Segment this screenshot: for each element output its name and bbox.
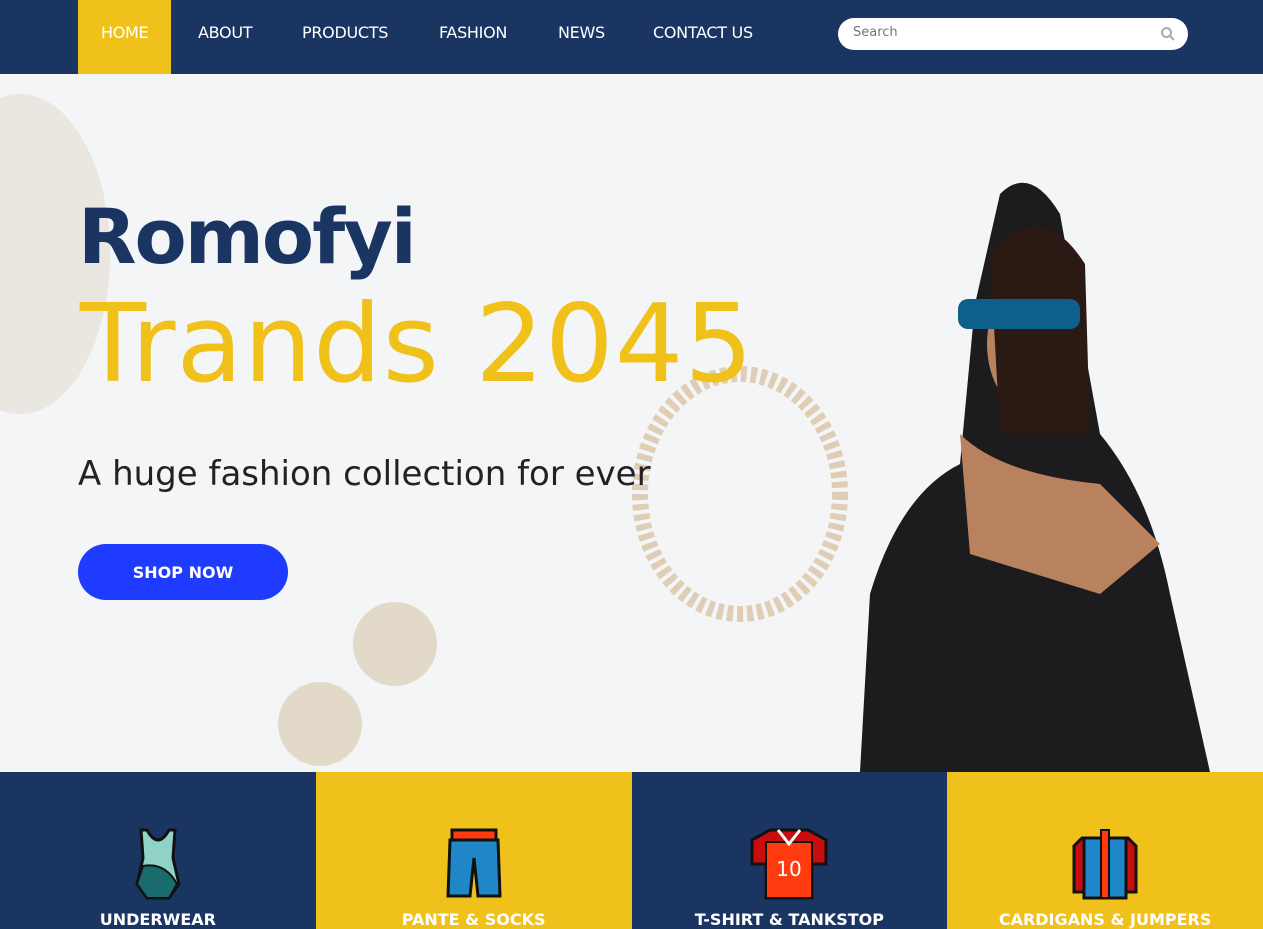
- hero-banner: Romofyi Trands 2045 A huge fashion colle…: [0, 74, 1263, 772]
- nav-news[interactable]: NEWS: [558, 0, 605, 74]
- hero-background-image: [0, 94, 1210, 772]
- jacket-icon: [1072, 829, 1138, 900]
- search-icon[interactable]: [1160, 26, 1176, 42]
- category-label: PANTE & SOCKS: [401, 910, 546, 929]
- category-label: UNDERWEAR: [99, 910, 216, 929]
- jersey-number: 10: [777, 857, 802, 881]
- nav-about[interactable]: ABOUT: [198, 0, 253, 74]
- swimsuit-icon: [135, 828, 181, 900]
- category-strip: UNDERWEAR PANTE & SOCKS 10 T-SHIRT & TAN…: [0, 772, 1263, 929]
- nav-fashion[interactable]: FASHION: [439, 0, 507, 74]
- pants-icon: [446, 828, 502, 898]
- category-pants-socks[interactable]: PANTE & SOCKS: [315, 772, 632, 929]
- search-box: [838, 18, 1188, 50]
- top-nav: HOME ABOUT PRODUCTS FASHION NEWS CONTACT…: [0, 0, 1263, 74]
- category-underwear[interactable]: UNDERWEAR: [0, 772, 316, 929]
- search-input[interactable]: [853, 25, 1153, 40]
- brand-title: Romofyi: [78, 192, 417, 281]
- nav-home[interactable]: HOME: [78, 0, 172, 74]
- jersey-icon: 10: [750, 828, 828, 900]
- category-label: T-SHIRT & TANKSTOP: [694, 910, 885, 929]
- hero-headline: Trands 2045: [80, 282, 755, 407]
- hero-tagline: A huge fashion collection for ever: [78, 454, 651, 494]
- category-cardigans-jumpers[interactable]: CARDIGANS & JUMPERS: [947, 772, 1263, 929]
- nav-contact-us[interactable]: CONTACT US: [653, 0, 753, 74]
- shop-now-button[interactable]: SHOP NOW: [78, 544, 288, 600]
- nav-products[interactable]: PRODUCTS: [302, 0, 388, 74]
- category-label: CARDIGANS & JUMPERS: [998, 910, 1212, 929]
- category-tshirt-tankstop[interactable]: 10 T-SHIRT & TANKSTOP: [631, 772, 948, 929]
